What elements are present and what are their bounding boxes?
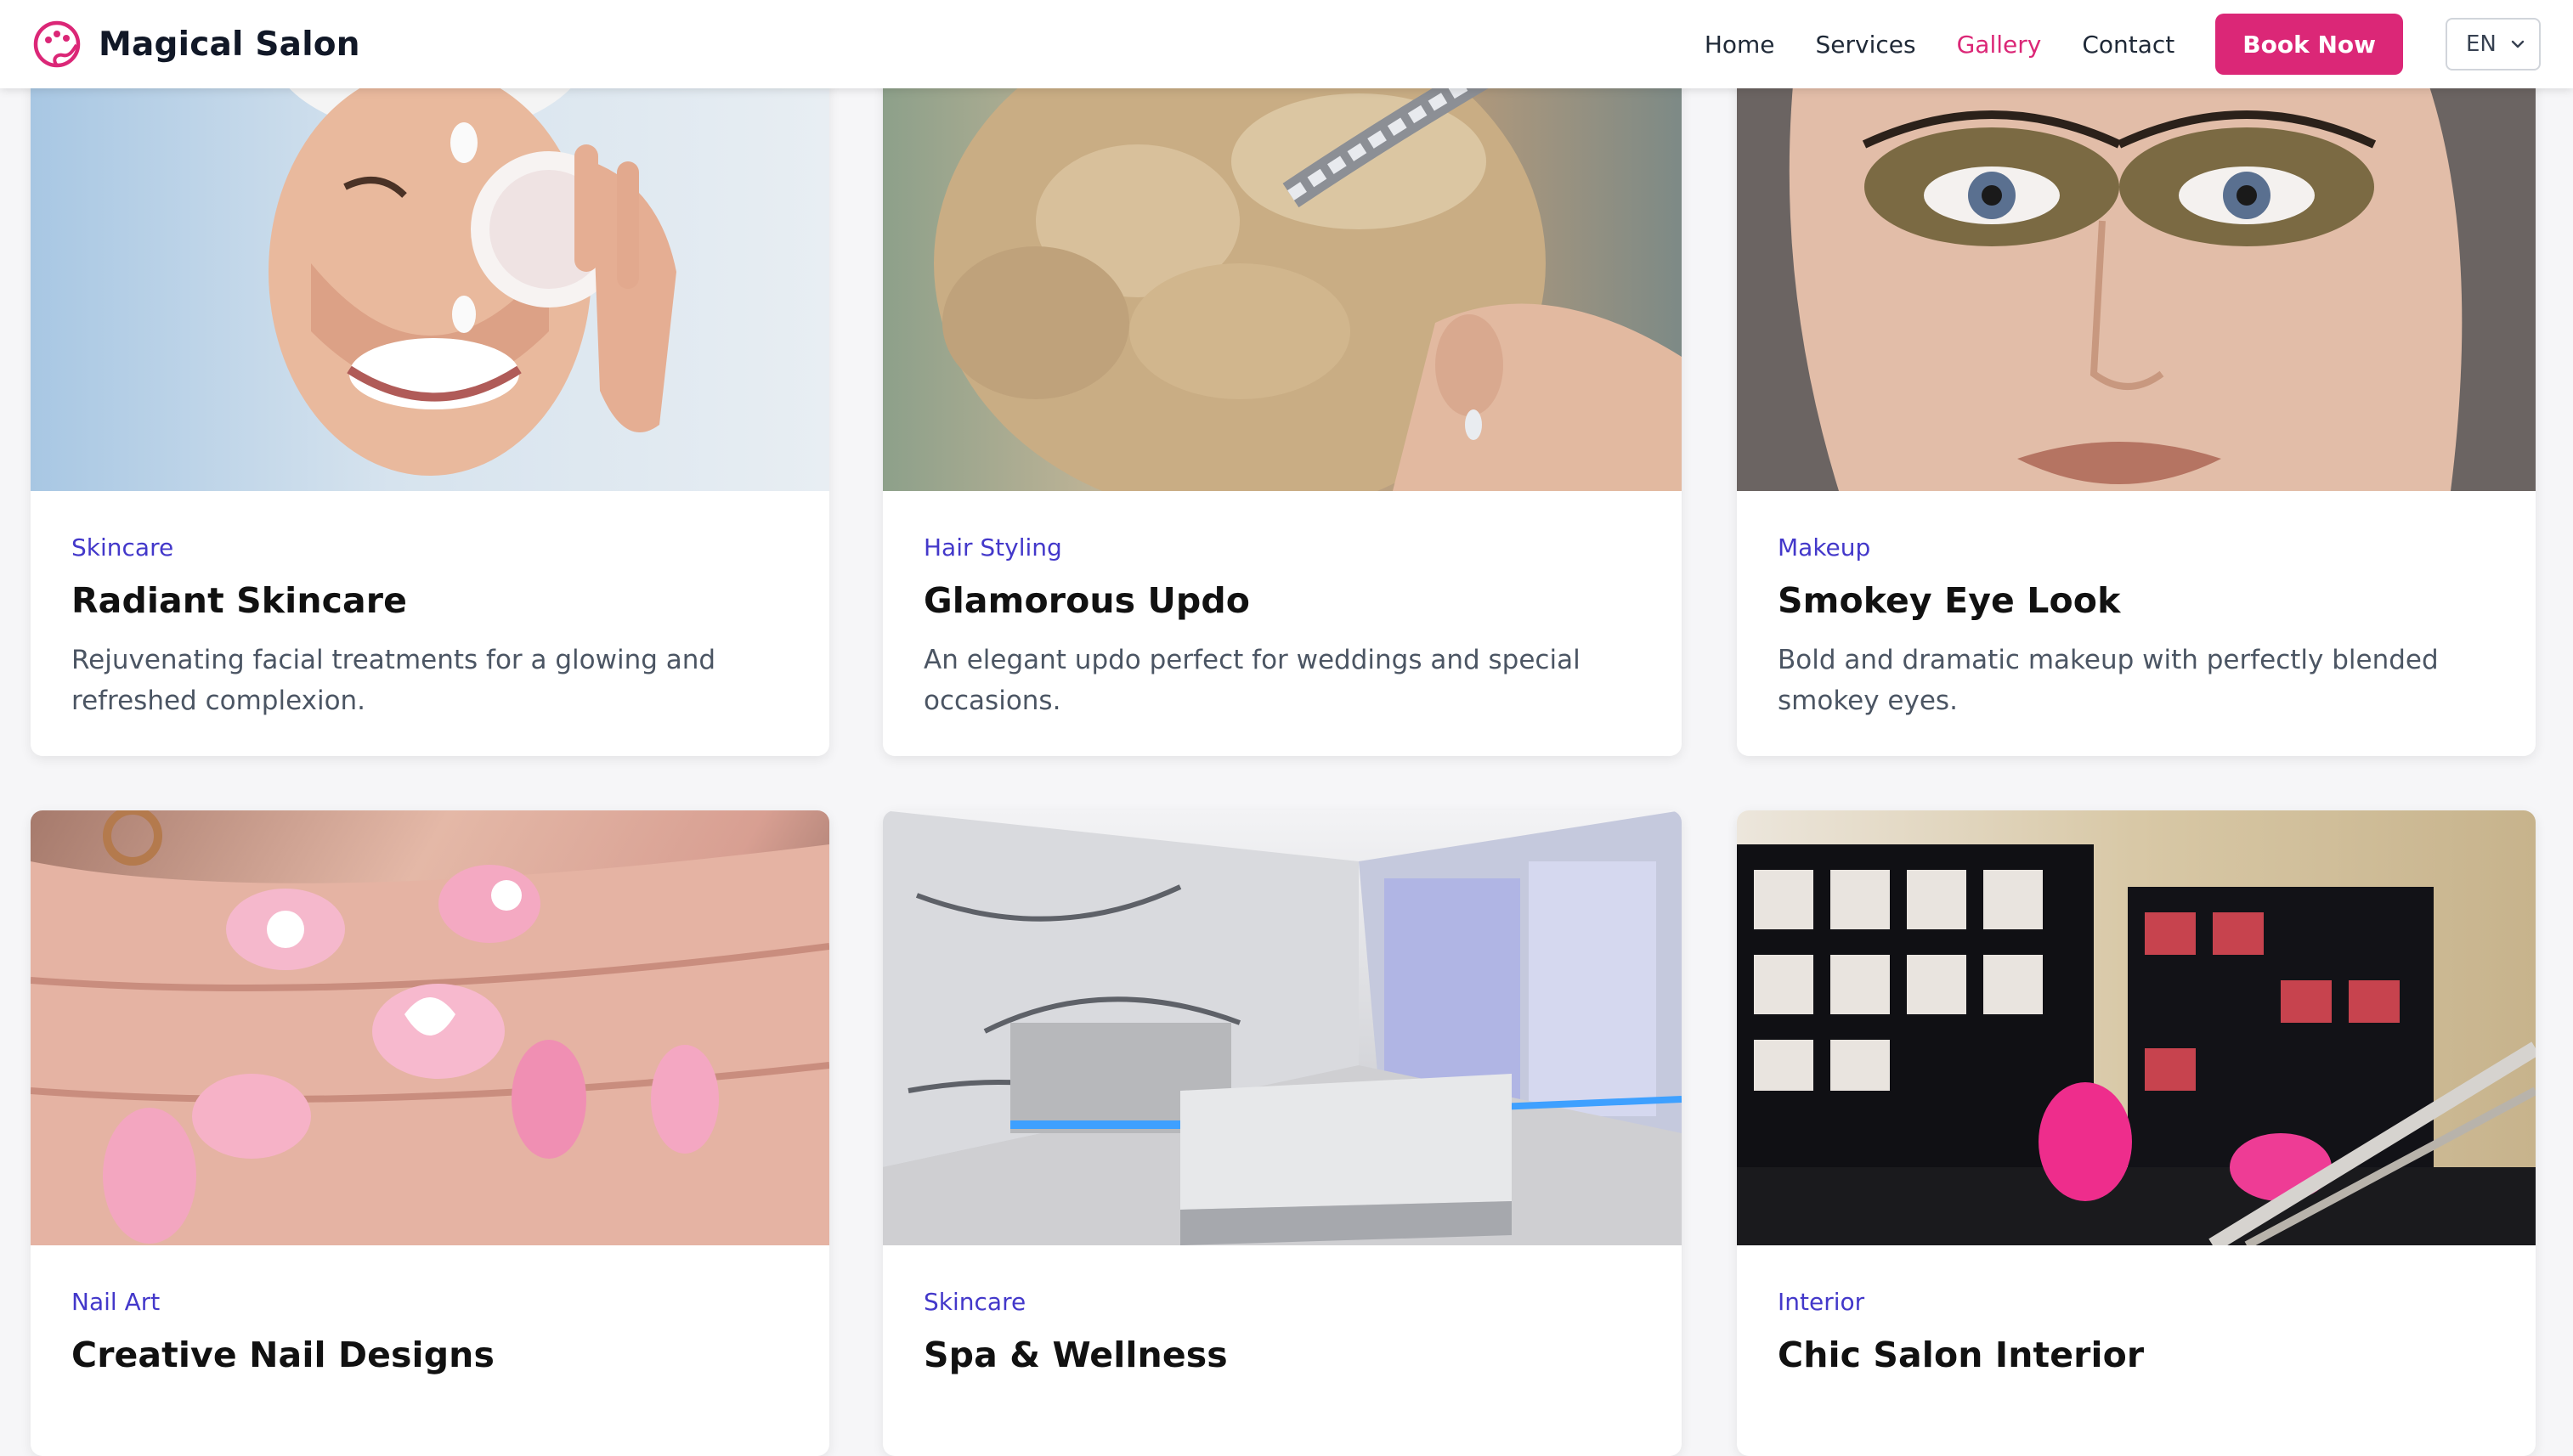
brand[interactable]: Magical Salon bbox=[32, 20, 360, 69]
nav-services[interactable]: Services bbox=[1816, 31, 1916, 59]
gallery-card[interactable]: Skincare Spa & Wellness bbox=[883, 810, 1682, 1456]
card-body: Nail Art Creative Nail Designs bbox=[31, 1245, 829, 1375]
card-category: Nail Art bbox=[71, 1288, 161, 1316]
skincare-photo bbox=[31, 51, 829, 491]
card-category: Makeup bbox=[1778, 533, 1871, 562]
palette-icon bbox=[33, 20, 81, 68]
card-category: Skincare bbox=[71, 533, 174, 562]
gallery-card[interactable]: Skincare Radiant Skincare Rejuvenating f… bbox=[31, 51, 829, 756]
card-category: Hair Styling bbox=[924, 533, 1062, 562]
gallery-card[interactable]: Nail Art Creative Nail Designs bbox=[31, 810, 829, 1456]
card-title: Creative Nail Designs bbox=[71, 1335, 495, 1375]
card-body: Makeup Smokey Eye Look Bold and dramatic… bbox=[1737, 491, 2536, 721]
card-body: Interior Chic Salon Interior bbox=[1737, 1245, 2536, 1375]
card-title: Chic Salon Interior bbox=[1778, 1335, 2145, 1375]
nail-art-photo bbox=[31, 810, 829, 1245]
book-now-button[interactable]: Book Now bbox=[2215, 14, 2403, 75]
site-header: Magical Salon Home Services Gallery Cont… bbox=[0, 0, 2573, 88]
card-title: Spa & Wellness bbox=[924, 1335, 1228, 1375]
card-body: Skincare Radiant Skincare Rejuvenating f… bbox=[31, 491, 829, 721]
card-title: Glamorous Updo bbox=[924, 580, 1251, 621]
language-select[interactable]: EN bbox=[2446, 18, 2541, 71]
nav-home[interactable]: Home bbox=[1705, 31, 1775, 59]
brand-name: Magical Salon bbox=[99, 25, 360, 64]
card-description: Bold and dramatic makeup with perfectly … bbox=[1778, 645, 2439, 716]
salon-interior-photo bbox=[1737, 810, 2536, 1245]
gallery-card[interactable]: Hair Styling Glamorous Updo An elegant u… bbox=[883, 51, 1682, 756]
gallery-card[interactable]: Interior Chic Salon Interior bbox=[1737, 810, 2536, 1456]
gallery-card[interactable]: Makeup Smokey Eye Look Bold and dramatic… bbox=[1737, 51, 2536, 756]
chevron-down-icon bbox=[2511, 40, 2525, 48]
spa-photo bbox=[883, 810, 1682, 1245]
card-description: Rejuvenating facial treatments for a glo… bbox=[71, 645, 716, 716]
nav-contact[interactable]: Contact bbox=[2082, 31, 2174, 59]
card-title: Smokey Eye Look bbox=[1778, 580, 2121, 621]
nav-gallery[interactable]: Gallery bbox=[1957, 31, 2042, 59]
main-nav: Home Services Gallery Contact Book Now E… bbox=[1664, 14, 2541, 75]
card-description: An elegant updo perfect for weddings and… bbox=[924, 645, 1581, 716]
updo-photo bbox=[883, 51, 1682, 491]
card-body: Hair Styling Glamorous Updo An elegant u… bbox=[883, 491, 1682, 721]
language-value: EN bbox=[2466, 31, 2497, 57]
card-category: Skincare bbox=[924, 1288, 1026, 1316]
makeup-photo bbox=[1737, 51, 2536, 491]
card-title: Radiant Skincare bbox=[71, 580, 408, 621]
card-body: Skincare Spa & Wellness bbox=[883, 1245, 1682, 1375]
card-category: Interior bbox=[1778, 1288, 1865, 1316]
